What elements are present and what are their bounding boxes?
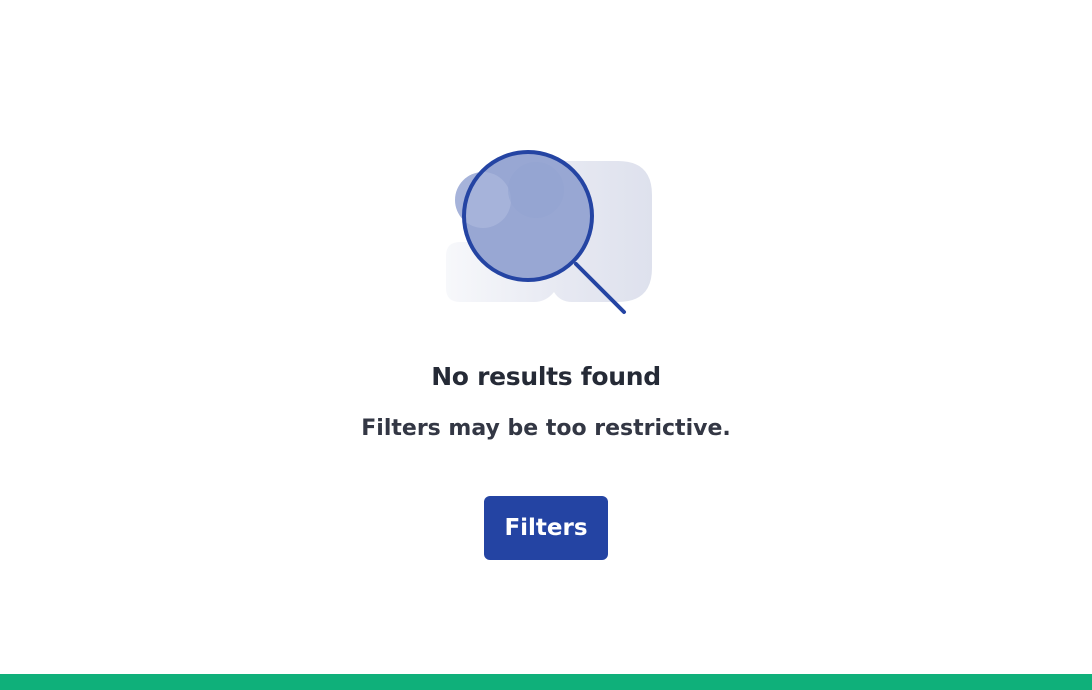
empty-state: No results found Filters may be too rest… bbox=[0, 0, 1092, 674]
magnifying-glass-icon bbox=[442, 146, 656, 318]
empty-state-subtitle: Filters may be too restrictive. bbox=[361, 416, 731, 441]
empty-state-title: No results found bbox=[431, 362, 661, 391]
bottom-accent-bar bbox=[0, 674, 1092, 690]
filters-button[interactable]: Filters bbox=[484, 496, 608, 560]
